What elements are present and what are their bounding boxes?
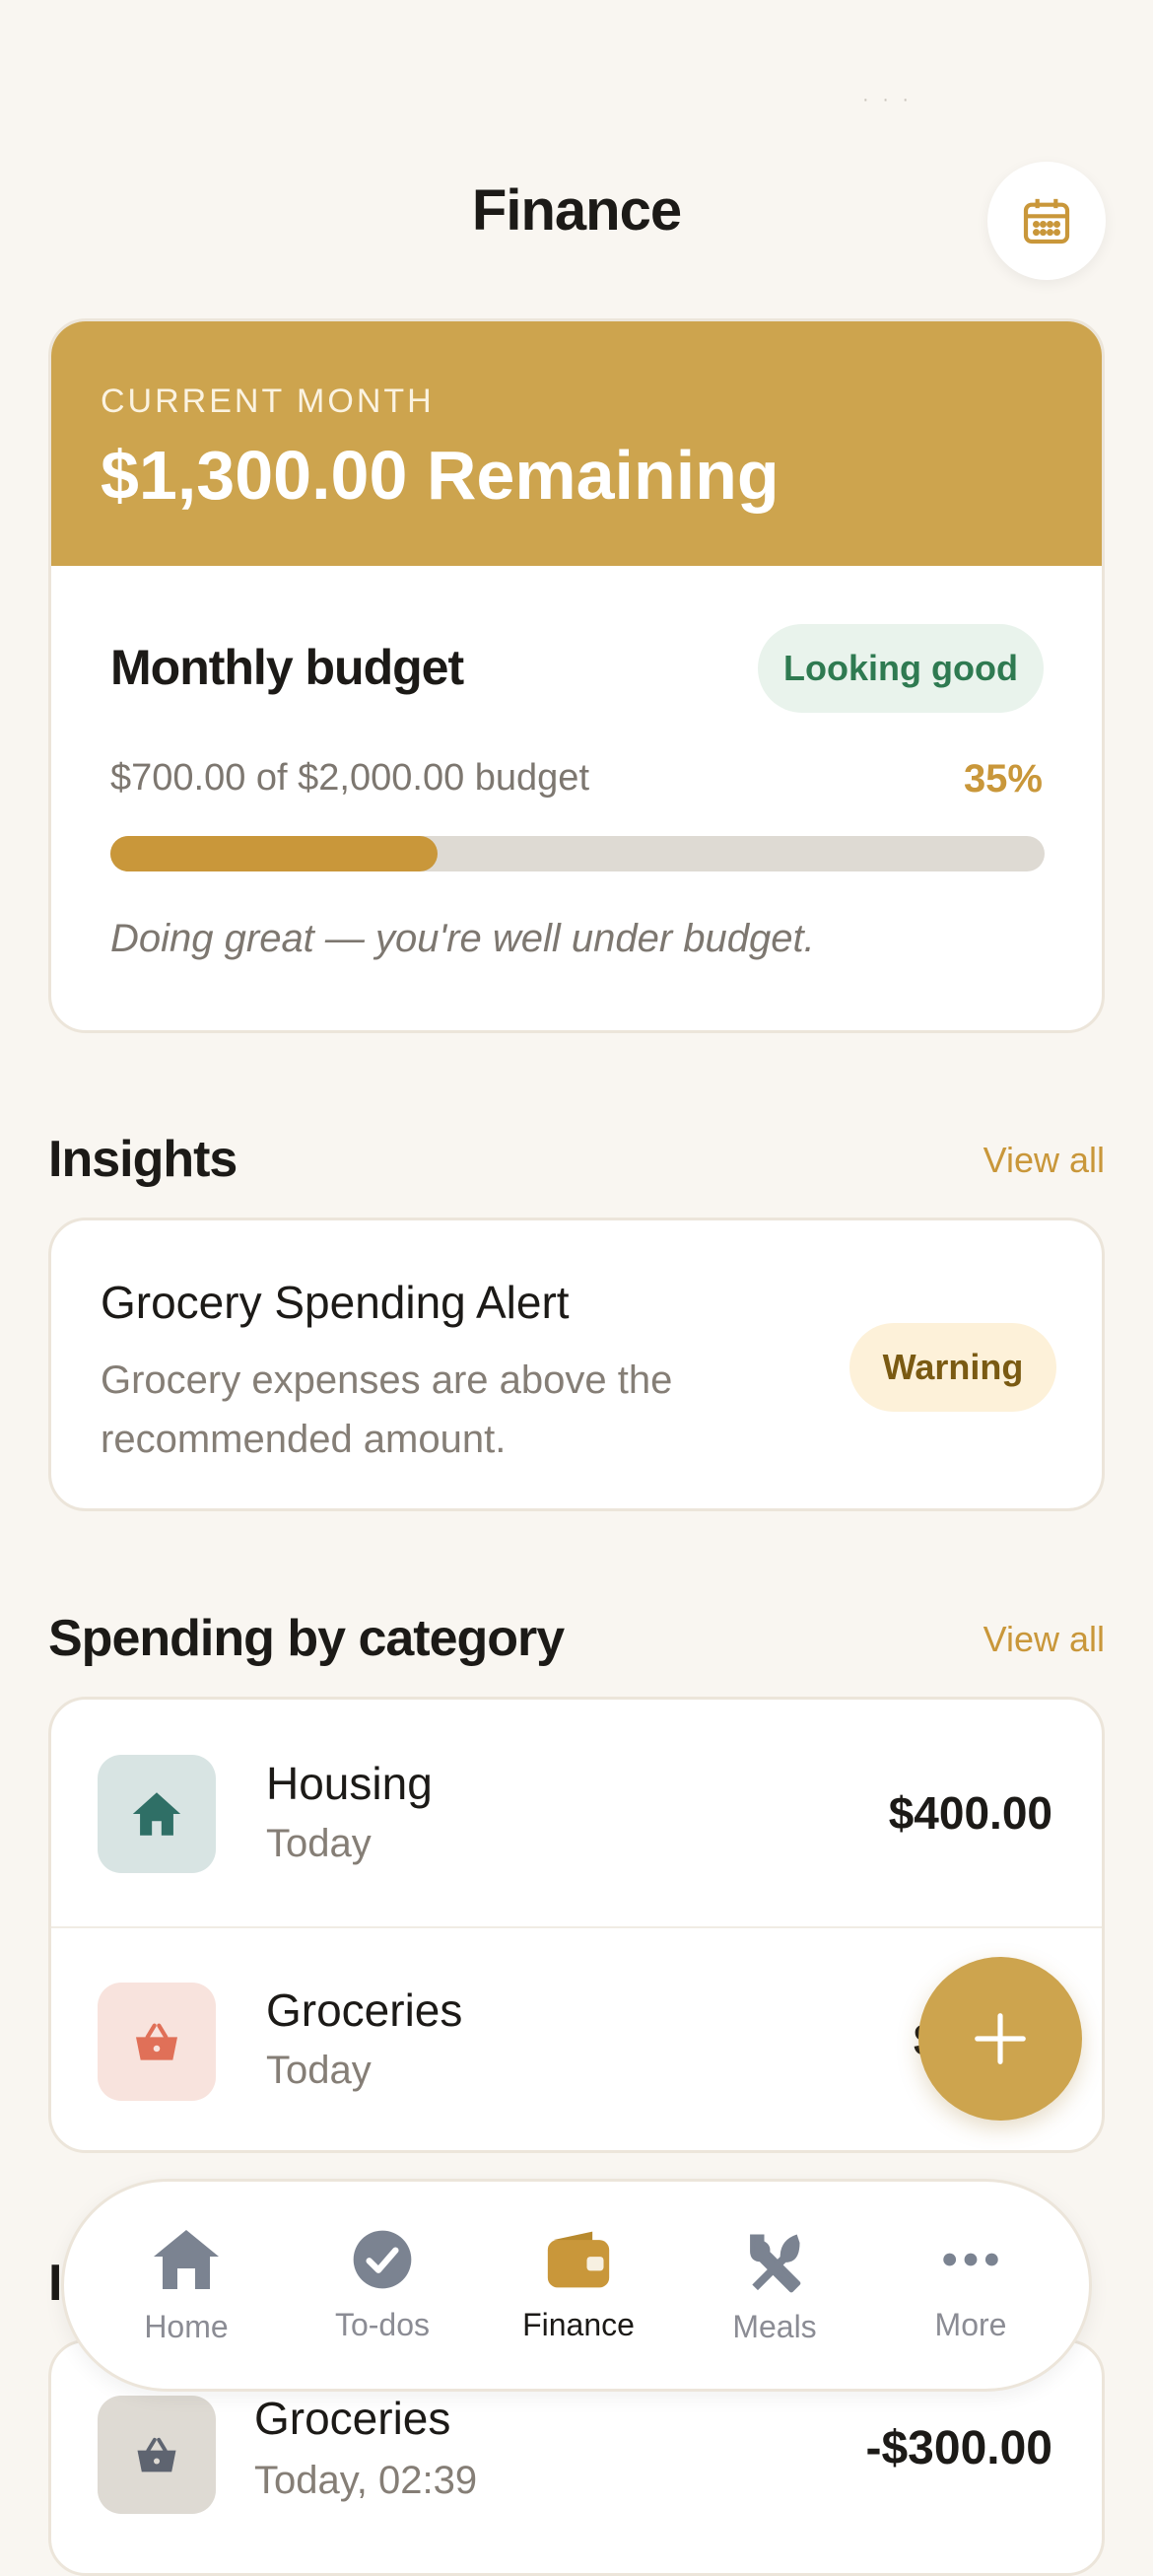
transaction-name: Groceries [254,2393,451,2444]
bottom-navigation: Home To-dos Finance Meals More [61,2179,1092,2392]
insight-card[interactable]: Grocery Spending Alert Grocery expenses … [48,1218,1105,1511]
calendar-button[interactable] [987,162,1106,280]
insight-title: Grocery Spending Alert [101,1277,570,1328]
nav-label: To-dos [334,2306,431,2342]
summary-banner: CURRENT MONTH $1,300.00 Remaining [51,321,1102,566]
nav-label: Finance [522,2306,635,2342]
categories-section-title: Spending by category [48,1610,565,1667]
category-icon-tile [98,1983,216,2101]
insight-description: Grocery expenses are above the recommend… [101,1358,673,1461]
budget-progress-fill [110,836,438,871]
summary-headline: $1,300.00 Remaining [101,437,780,514]
category-amount: $400.00 [888,1787,1052,1839]
nav-finance[interactable]: Finance [480,2182,677,2389]
check-circle-icon [353,2230,412,2288]
budget-percent: 35% [963,757,1043,801]
nav-todos[interactable]: To-dos [284,2182,481,2389]
nav-label: More [934,2306,1007,2342]
summary-eyebrow: CURRENT MONTH [101,383,435,420]
home-icon [154,2229,219,2289]
transaction-subtitle: Today, 02:39 [254,2459,478,2502]
basket-icon [136,2023,177,2060]
house-icon [132,1792,181,1836]
budget-progress-track [110,836,1045,871]
insights-section-title: Insights [48,1131,237,1188]
nav-meals[interactable]: Meals [676,2182,873,2389]
calendar-icon [1023,198,1070,244]
nav-home[interactable]: Home [88,2182,285,2389]
transaction-icon-tile [98,2396,216,2514]
nav-more[interactable]: More [872,2182,1069,2389]
insights-view-all-link[interactable]: View all [983,1140,1105,1181]
budget-summary-card[interactable]: CURRENT MONTH $1,300.00 Remaining Monthl… [48,318,1105,1033]
wallet-icon [547,2231,610,2287]
more-dots-icon [943,2253,998,2265]
basket-icon [137,2437,176,2472]
status-indicator: · · · [862,89,914,110]
warning-badge: Warning [849,1323,1056,1412]
categories-view-all-link[interactable]: View all [983,1619,1105,1660]
nav-label: Home [144,2308,229,2344]
category-subtitle: Today [266,1822,372,1865]
category-name: Housing [266,1758,433,1809]
budget-message: Doing great — you're well under budget. [110,917,815,960]
add-button[interactable] [918,1957,1082,2121]
utensils-icon [750,2234,801,2292]
nav-label: Meals [732,2308,817,2344]
category-icon-tile [98,1755,216,1873]
category-row-housing[interactable]: Housing Today $400.00 [51,1700,1102,1928]
budget-progress-text: $700.00 of $2,000.00 budget [110,757,590,799]
category-subtitle: Today [266,2049,372,2092]
page-title: Finance [471,178,682,243]
transaction-amount: -$300.00 [865,2422,1053,2474]
plus-icon [975,2013,1026,2064]
category-name: Groceries [266,1984,463,2036]
status-badge: Looking good [758,624,1044,713]
budget-title: Monthly budget [110,640,464,695]
